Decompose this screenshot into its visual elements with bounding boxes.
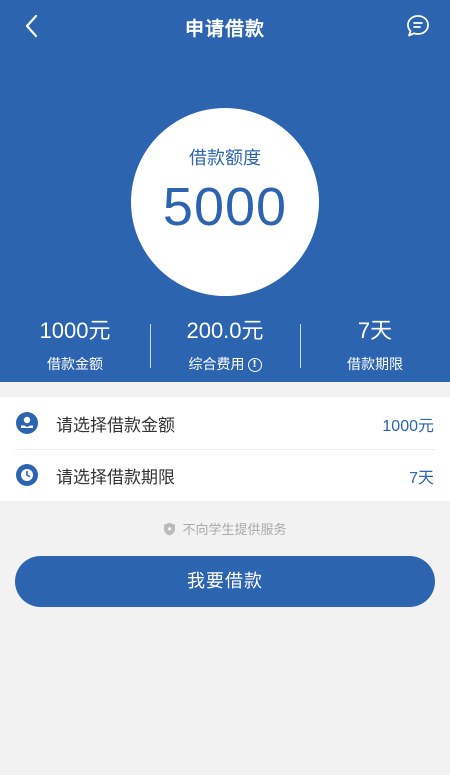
nav-bar: 申请借款 (0, 0, 450, 52)
stat-loan-amount: 1000元 借款金额 (0, 316, 150, 375)
message-button[interactable] (404, 12, 432, 40)
stat-value: 7天 (357, 318, 393, 343)
notice: 不向学生提供服务 (0, 519, 450, 538)
select-term-row[interactable]: 请选择借款期限 7天 (0, 449, 450, 501)
credit-limit-circle: 借款额度 5000 (131, 108, 319, 296)
chat-bubble-icon (407, 15, 429, 37)
info-icon[interactable]: ! (247, 358, 262, 372)
stat-value: 200.0元 (186, 318, 264, 343)
clock-icon (16, 464, 38, 486)
option-label: 请选择借款金额 (56, 416, 175, 436)
notice-text: 不向学生提供服务 (182, 523, 287, 538)
page-title: 申请借款 (184, 18, 265, 40)
loan-summary: 1000元 借款金额 200.0元 综合费用 ! 7天 借款期限 (0, 316, 450, 378)
option-label: 请选择借款期限 (56, 468, 175, 488)
stat-value: 1000元 (39, 318, 111, 343)
credit-limit-value: 5000 (162, 177, 288, 237)
stat-label: 借款期限 (347, 357, 403, 373)
stat-label: 借款金额 (47, 357, 103, 373)
money-hand-icon (16, 412, 38, 434)
stat-label: 综合费用 (188, 357, 245, 373)
credit-limit-label: 借款额度 (189, 148, 261, 169)
apply-loan-button[interactable]: 我要借款 (15, 556, 435, 607)
option-value: 1000元 (382, 418, 434, 435)
loan-options: 请选择借款金额 1000元 请选择借款期限 7天 (0, 397, 450, 501)
option-value: 7天 (409, 470, 434, 487)
stat-loan-term: 7天 借款期限 (300, 316, 450, 375)
stat-total-fee: 200.0元 综合费用 ! (150, 316, 300, 375)
select-amount-row[interactable]: 请选择借款金额 1000元 (0, 397, 450, 449)
header-panel: 申请借款 借款额度 5000 1000元 借款金额 200.0元 综合费用 ! (0, 0, 450, 382)
shield-icon (164, 522, 176, 535)
